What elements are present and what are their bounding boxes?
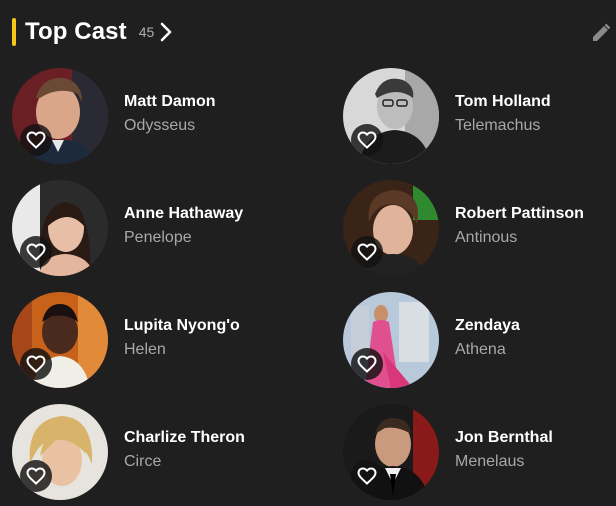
actor-photo[interactable]	[343, 292, 439, 388]
actor-name[interactable]: Charlize Theron	[124, 429, 245, 447]
actor-name[interactable]: Tom Holland	[455, 93, 551, 111]
cast-item[interactable]: Robert Pattinson Antinous	[343, 180, 616, 276]
actor-name[interactable]: Jon Bernthal	[455, 429, 553, 447]
heart-outline-icon[interactable]	[20, 348, 52, 380]
character-name: Odysseus	[124, 117, 196, 134]
cast-item[interactable]: Tom Holland Telemachus	[343, 68, 616, 164]
character-name: Athena	[455, 341, 506, 358]
character-name: Telemachus	[455, 117, 541, 134]
character-name: Antinous	[455, 229, 518, 246]
actor-name[interactable]: Zendaya	[455, 317, 520, 335]
character-name: Menelaus	[455, 453, 525, 470]
cast-item[interactable]: Zendaya Athena	[343, 292, 616, 388]
pencil-icon[interactable]	[590, 22, 612, 44]
actor-photo[interactable]	[343, 68, 439, 164]
actor-name[interactable]: Anne Hathaway	[124, 205, 243, 223]
actor-photo[interactable]	[12, 292, 108, 388]
heart-outline-icon[interactable]	[351, 236, 383, 268]
actor-photo[interactable]	[343, 404, 439, 500]
chevron-right-icon[interactable]	[160, 20, 176, 44]
heart-outline-icon[interactable]	[351, 460, 383, 492]
actor-photo[interactable]	[12, 404, 108, 500]
character-name: Circe	[124, 453, 162, 470]
heart-outline-icon[interactable]	[20, 124, 52, 156]
actor-name[interactable]: Robert Pattinson	[455, 205, 584, 223]
cast-item[interactable]: Anne Hathaway Penelope	[12, 180, 302, 276]
section-header: Top Cast 45	[12, 16, 176, 48]
accent-bar	[12, 18, 16, 46]
actor-photo[interactable]	[12, 68, 108, 164]
actor-photo[interactable]	[12, 180, 108, 276]
character-name: Helen	[124, 341, 166, 358]
heart-outline-icon[interactable]	[20, 236, 52, 268]
heart-outline-icon[interactable]	[351, 124, 383, 156]
actor-name[interactable]: Lupita Nyong'o	[124, 317, 240, 335]
cast-item[interactable]: Matt Damon Odysseus	[12, 68, 302, 164]
heart-outline-icon[interactable]	[20, 460, 52, 492]
actor-name[interactable]: Matt Damon	[124, 93, 216, 111]
section-title[interactable]: Top Cast	[25, 18, 127, 46]
cast-count: 45	[138, 24, 155, 40]
actor-photo[interactable]	[343, 180, 439, 276]
cast-item[interactable]: Charlize Theron Circe	[12, 404, 302, 500]
cast-item[interactable]: Lupita Nyong'o Helen	[12, 292, 302, 388]
heart-outline-icon[interactable]	[351, 348, 383, 380]
character-name: Penelope	[124, 229, 192, 246]
cast-item[interactable]: Jon Bernthal Menelaus	[343, 404, 616, 500]
